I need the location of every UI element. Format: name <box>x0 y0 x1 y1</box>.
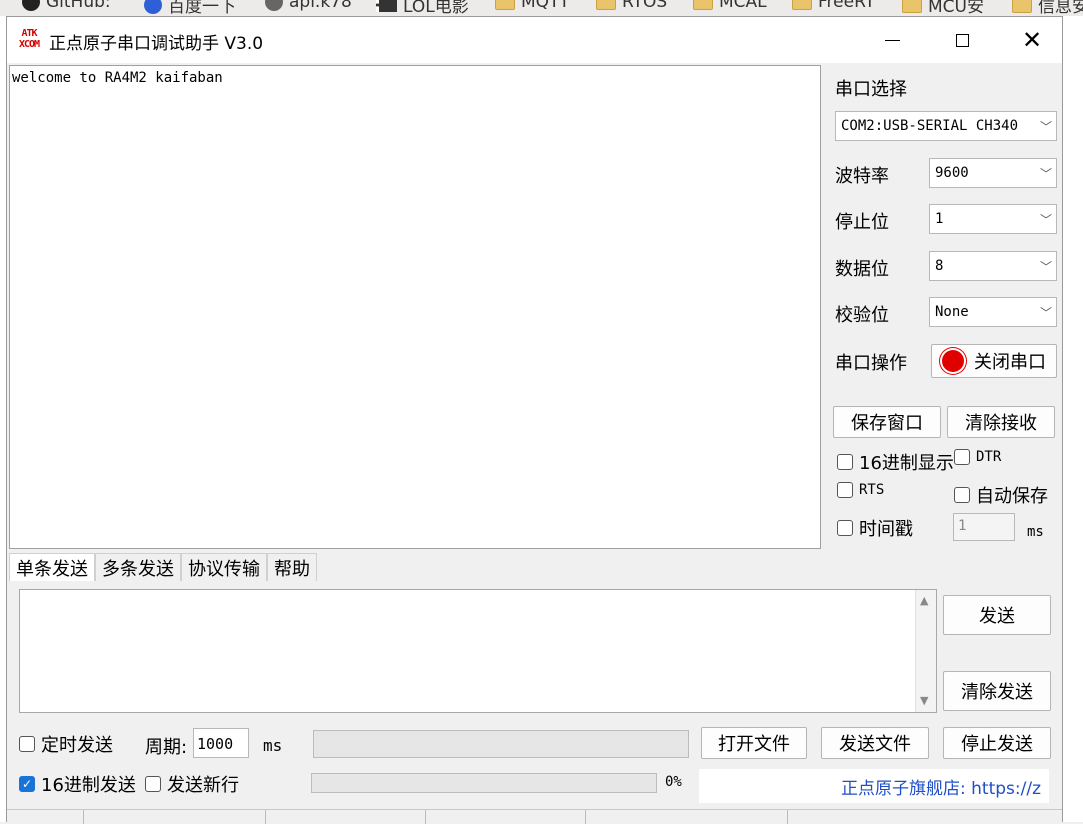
minimize-icon <box>884 39 900 41</box>
send-newline-checkbox[interactable]: 发送新行 <box>145 771 239 797</box>
folder-icon <box>495 0 515 10</box>
bookmark-freert[interactable]: FreeRT <box>792 0 875 12</box>
stop-bits-label: 停止位 <box>835 212 889 233</box>
chevron-down-icon: ﹀ <box>1039 305 1052 320</box>
stop-send-button[interactable]: 停止发送 <box>943 727 1051 759</box>
checkbox-icon <box>837 520 853 536</box>
bookmark-mqtt[interactable]: MQTT <box>495 0 570 12</box>
background-window-right <box>1063 16 1083 822</box>
bookmark-rtos[interactable]: RTOS <box>596 0 667 12</box>
scroll-up-icon[interactable]: ▲ <box>920 594 928 607</box>
scroll-down-icon[interactable]: ▼ <box>920 694 928 707</box>
film-icon <box>376 0 397 12</box>
received-text: welcome to RA4M2 kaifaban <box>12 70 223 86</box>
rts-checkbox[interactable]: RTS <box>837 482 884 498</box>
chevron-down-icon: ﹀ <box>1039 259 1052 274</box>
parity-select[interactable]: None ﹀ <box>929 297 1057 327</box>
minimize-button[interactable] <box>857 17 927 63</box>
clear-send-button[interactable]: 清除发送 <box>943 671 1051 711</box>
checkbox-icon <box>954 449 970 465</box>
timed-send-checkbox[interactable]: 定时发送 <box>19 731 113 757</box>
timestamp-unit: ms <box>1027 524 1044 540</box>
data-bits-select[interactable]: 8 ﹀ <box>929 251 1057 281</box>
shop-link[interactable]: 正点原子旗舰店: https://z <box>699 769 1049 803</box>
bookmark-mcu[interactable]: MCU安 <box>902 0 984 16</box>
bookmark-github[interactable]: GitHub: <box>22 0 111 12</box>
dtr-checkbox[interactable]: DTR <box>954 449 1001 465</box>
period-input[interactable]: 1000 <box>193 728 249 758</box>
bookmark-baidu[interactable]: 百度一下 <box>144 0 236 16</box>
chevron-down-icon: ﹀ <box>1039 212 1052 227</box>
bookmark-mcal[interactable]: MCAL <box>693 0 767 12</box>
tab-help[interactable]: 帮助 <box>267 553 317 581</box>
serial-assistant-window: ATK XCOM 正点原子串口调试助手 V3.0 ✕ welcome to RA… <box>6 16 1063 824</box>
checkbox-icon <box>19 736 35 752</box>
app-logo-icon: ATK XCOM <box>18 28 40 50</box>
title-bar[interactable]: ATK XCOM 正点原子串口调试助手 V3.0 ✕ <box>7 17 1062 63</box>
open-file-button[interactable]: 打开文件 <box>701 727 807 759</box>
maximize-button[interactable] <box>927 17 997 63</box>
window-title: 正点原子串口调试助手 V3.0 <box>49 34 264 54</box>
checkbox-icon <box>954 487 970 503</box>
file-send-progress-bar <box>311 773 657 793</box>
folder-icon <box>596 0 616 10</box>
port-select-label: 串口选择 <box>835 79 907 100</box>
folder-icon <box>792 0 812 10</box>
bookmark-info[interactable]: 信息安 <box>1012 0 1083 16</box>
chevron-down-icon: ﹀ <box>1039 166 1052 181</box>
receive-textarea[interactable]: welcome to RA4M2 kaifaban <box>9 65 821 549</box>
checkbox-icon <box>837 454 853 470</box>
folder-icon <box>902 0 922 13</box>
browser-bookmark-bar: GitHub: 百度一下 api.k78 LOL电影 MQTT RTOS MCA… <box>0 0 1083 16</box>
clear-receive-button[interactable]: 清除接收 <box>947 406 1055 438</box>
folder-icon <box>693 0 713 10</box>
parity-label: 校验位 <box>835 305 889 326</box>
tab-single-send[interactable]: 单条发送 <box>9 553 95 581</box>
k-icon <box>265 0 283 11</box>
stop-bits-select[interactable]: 1 ﹀ <box>929 204 1057 234</box>
baud-rate-label: 波特率 <box>835 166 889 187</box>
timestamp-interval-input[interactable]: 1 <box>953 513 1015 541</box>
send-file-button[interactable]: 发送文件 <box>821 727 929 759</box>
close-icon: ✕ <box>1021 26 1043 54</box>
github-icon <box>22 0 40 11</box>
send-button[interactable]: 发送 <box>943 595 1051 635</box>
folder-icon <box>1012 0 1032 13</box>
save-window-button[interactable]: 保存窗口 <box>833 406 941 438</box>
timestamp-checkbox[interactable]: 时间戳 <box>837 515 913 541</box>
tab-protocol[interactable]: 协议传输 <box>181 553 267 581</box>
checkbox-checked-icon: ✓ <box>19 776 35 792</box>
port-operation-label: 串口操作 <box>835 353 907 374</box>
auto-save-checkbox[interactable]: 自动保存 <box>954 482 1048 508</box>
baidu-icon <box>144 0 162 14</box>
bookmark-api[interactable]: api.k78 <box>265 0 352 12</box>
close-button[interactable]: ✕ <box>997 17 1067 63</box>
send-textarea[interactable]: ▲ ▼ <box>19 589 937 713</box>
checkbox-icon <box>837 482 853 498</box>
chevron-down-icon: ﹀ <box>1039 119 1052 134</box>
data-bits-label: 数据位 <box>835 259 889 280</box>
checkbox-icon <box>145 776 161 792</box>
close-port-button[interactable]: 关闭串口 <box>931 344 1057 378</box>
baud-rate-select[interactable]: 9600 ﹀ <box>929 158 1057 188</box>
bookmark-lol[interactable]: LOL电影 <box>376 0 469 16</box>
timed-send-bar <box>313 730 689 758</box>
led-status-icon <box>942 350 964 372</box>
port-select[interactable]: COM2:USB-SERIAL CH340 ﹀ <box>835 111 1057 141</box>
period-unit: ms <box>263 736 283 755</box>
hex-display-checkbox[interactable]: 16进制显示 <box>837 449 954 475</box>
send-scrollbar[interactable]: ▲ ▼ <box>915 590 936 712</box>
tab-multi-send[interactable]: 多条发送 <box>95 553 181 581</box>
send-mode-tabs: 单条发送 多条发送 协议传输 帮助 <box>9 553 317 581</box>
period-label: 周期: <box>145 737 188 758</box>
file-send-progress-text: 0% <box>665 774 682 790</box>
maximize-icon <box>955 33 969 47</box>
hex-send-checkbox[interactable]: ✓ 16进制发送 <box>19 771 136 797</box>
